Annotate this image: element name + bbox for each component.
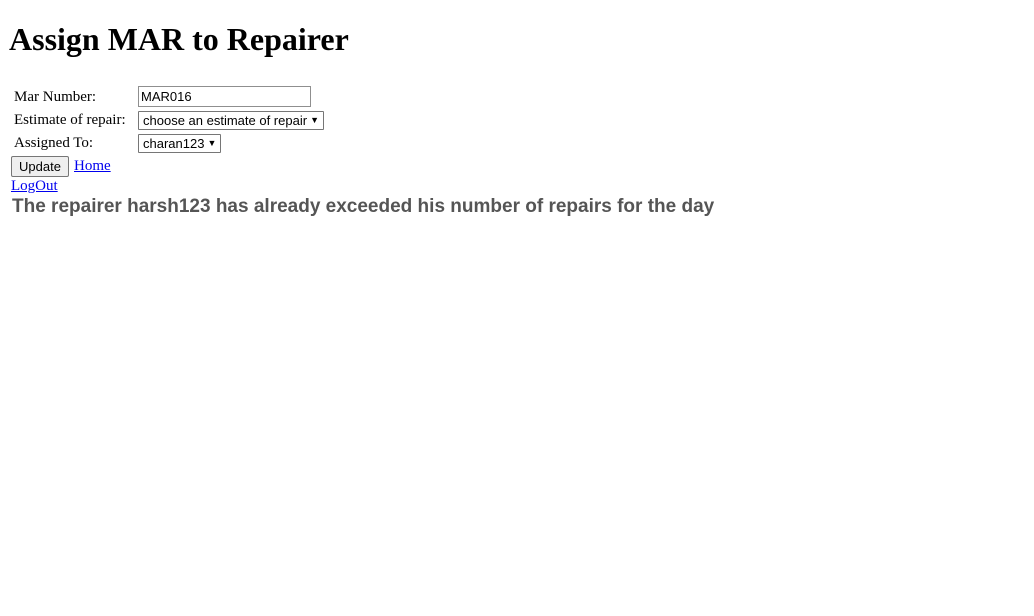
status-message: The repairer harsh123 has already exceed… [12,196,715,217]
chevron-down-icon: ▼ [310,115,320,125]
mar-number-value: MAR016 [141,89,192,104]
chevron-down-icon: ▼ [207,138,217,148]
assigned-select[interactable]: charan123 ▼ [138,134,222,153]
logout-link[interactable]: LogOut [11,177,58,195]
estimate-select[interactable]: choose an estimate of repair ▼ [138,111,325,130]
assigned-label: Assigned To: [14,135,94,151]
estimate-label: Estimate of repair: [14,112,126,128]
mar-number-label: Mar Number: [14,89,97,105]
estimate-selected-value: choose an estimate of repair [143,113,308,128]
page-title: Assign MAR to Repairer [9,21,349,57]
update-button[interactable]: Update [11,156,69,177]
mar-number-field[interactable]: MAR016 [138,86,311,107]
home-link[interactable]: Home [74,157,111,175]
assigned-selected-value: charan123 [143,136,205,151]
